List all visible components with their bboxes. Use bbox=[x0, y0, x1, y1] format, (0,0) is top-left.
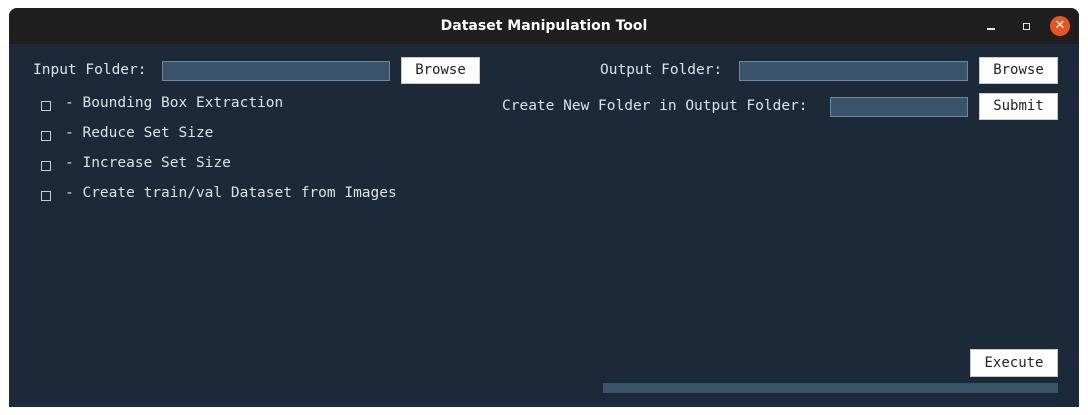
output-folder-field[interactable] bbox=[739, 61, 968, 81]
bounding-box-label: - Bounding Box Extraction bbox=[65, 95, 284, 111]
train-val-label: - Create train/val Dataset from Images bbox=[65, 185, 397, 201]
new-folder-field[interactable] bbox=[830, 97, 968, 117]
increase-set-checkbox[interactable] bbox=[41, 161, 51, 171]
output-browse-button[interactable]: Browse bbox=[979, 57, 1058, 84]
window-title: Dataset Manipulation Tool bbox=[440, 18, 648, 34]
input-browse-button[interactable]: Browse bbox=[401, 57, 480, 84]
reduce-set-label: - Reduce Set Size bbox=[65, 125, 214, 141]
train-val-checkbox[interactable] bbox=[41, 191, 51, 201]
title-bar[interactable]: Dataset Manipulation Tool ✕ bbox=[9, 8, 1079, 44]
input-folder-label: Input Folder: bbox=[33, 62, 147, 78]
reduce-set-checkbox[interactable] bbox=[41, 131, 51, 141]
close-icon[interactable]: ✕ bbox=[1050, 16, 1070, 36]
progress-bar bbox=[603, 383, 1058, 393]
new-folder-label: Create New Folder in Output Folder: bbox=[502, 98, 808, 114]
bounding-box-checkbox[interactable] bbox=[41, 101, 51, 111]
input-folder-field[interactable] bbox=[162, 61, 390, 81]
minimize-icon[interactable] bbox=[982, 17, 1000, 35]
output-folder-label: Output Folder: bbox=[600, 62, 723, 78]
app-window: Dataset Manipulation Tool ✕ Input Folder… bbox=[9, 8, 1079, 407]
increase-set-label: - Increase Set Size bbox=[65, 155, 231, 171]
maximize-icon[interactable] bbox=[1017, 17, 1035, 35]
submit-button[interactable]: Submit bbox=[979, 93, 1058, 120]
execute-button[interactable]: Execute bbox=[970, 349, 1058, 377]
